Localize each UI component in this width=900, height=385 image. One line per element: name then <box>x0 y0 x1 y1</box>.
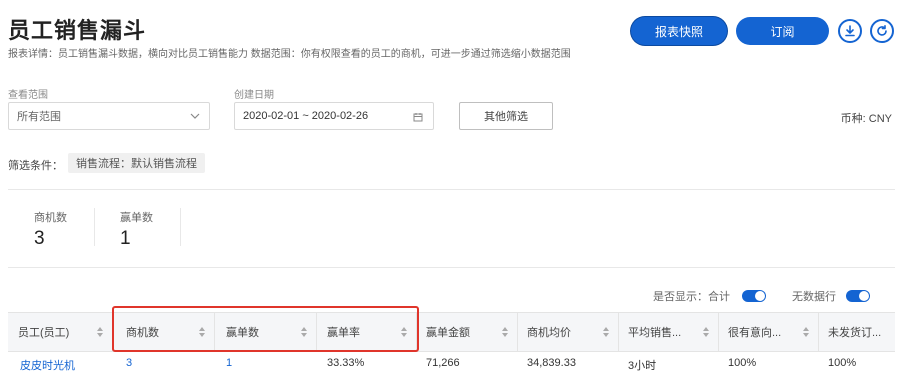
column-header-won-amount[interactable]: 赢单金额 <box>416 312 517 352</box>
date-range-picker[interactable]: 2020-02-01 ~ 2020-02-26 <box>234 102 434 130</box>
column-label: 赢单率 <box>327 327 360 339</box>
currency-label: 币种: CNY <box>840 113 892 125</box>
subscribe-button[interactable]: 订阅 <box>736 17 829 45</box>
show-total-toggle[interactable] <box>742 290 766 302</box>
stat-divider <box>180 208 181 246</box>
sort-icon <box>703 327 709 337</box>
table-cell: 100% <box>728 357 757 369</box>
column-label: 赢单金额 <box>426 327 470 339</box>
stat-won-value: 1 <box>120 228 131 249</box>
column-label: 商机均价 <box>527 327 571 339</box>
refresh-icon <box>877 25 887 36</box>
sort-icon <box>97 327 103 337</box>
column-header-unshipped[interactable]: 未发货订... <box>818 312 895 352</box>
column-header-won[interactable]: 赢单数 <box>216 312 316 352</box>
report-description: 报表详情：员工销售漏斗数据，横向对比员工销售能力 数据范围：你有权限查看的员工的… <box>8 49 571 60</box>
column-label: 员工(员工) <box>18 327 70 339</box>
column-label: 平均销售... <box>628 327 682 339</box>
other-filters-button[interactable]: 其他筛选 <box>459 102 553 130</box>
no-data-rows-toggle[interactable] <box>846 290 870 302</box>
sort-icon <box>401 327 407 337</box>
stat-divider <box>94 208 95 246</box>
table-cell: 34,839.33 <box>527 357 576 369</box>
table-cell: 71,266 <box>426 357 460 369</box>
sort-icon <box>199 327 205 337</box>
table-cell-employee-link[interactable]: 皮皮时光机 <box>10 357 75 373</box>
scope-select[interactable]: 所有范围 <box>8 102 210 130</box>
calendar-icon <box>413 113 423 122</box>
report-snapshot-button[interactable]: 报表快照 <box>631 17 727 45</box>
table-cell: 100% <box>828 357 857 369</box>
column-label: 赢单数 <box>226 327 259 339</box>
download-icon <box>845 25 855 37</box>
column-header-opportunities[interactable]: 商机数 <box>116 312 214 352</box>
column-header-employee[interactable]: 员工(员工) <box>8 312 112 352</box>
date-range-value: 2020-02-01 ~ 2020-02-26 <box>243 110 369 122</box>
sort-icon <box>502 327 508 337</box>
column-header-win-rate[interactable]: 赢单率 <box>317 312 416 352</box>
column-label: 未发货订... <box>828 327 882 339</box>
table-cell-opportunities-link[interactable]: 3 <box>116 357 132 373</box>
refresh-button[interactable] <box>870 19 894 43</box>
no-data-rows-label: 无数据行 <box>792 291 836 303</box>
sort-icon <box>603 327 609 337</box>
table-cell: 3小时 <box>628 360 657 372</box>
divider <box>8 267 895 268</box>
stat-opportunities-label: 商机数 <box>34 212 67 224</box>
date-label: 创建日期 <box>234 90 274 101</box>
download-button[interactable] <box>838 19 862 43</box>
scope-select-value: 所有范围 <box>17 111 61 123</box>
column-header-avg-sales-cycle[interactable]: 平均销售... <box>618 312 718 352</box>
page-title: 员工销售漏斗 <box>8 18 147 43</box>
filter-condition-label: 筛选条件： <box>8 160 63 172</box>
sort-icon <box>301 327 307 337</box>
column-header-avg-price[interactable]: 商机均价 <box>517 312 618 352</box>
table-cell-won-link[interactable]: 1 <box>216 357 232 373</box>
divider <box>8 189 895 190</box>
column-label: 商机数 <box>126 327 159 339</box>
sort-icon <box>803 327 809 337</box>
scope-label: 查看范围 <box>8 90 48 101</box>
column-header-high-intent[interactable]: 很有意向... <box>718 312 818 352</box>
show-total-label: 是否显示：合计 <box>653 291 730 303</box>
table-cell: 33.33% <box>327 357 365 369</box>
column-label: 很有意向... <box>728 327 782 339</box>
stat-won-label: 赢单数 <box>120 212 153 224</box>
stat-opportunities-value: 3 <box>34 228 45 249</box>
chevron-down-icon <box>190 113 200 119</box>
filter-condition-tag[interactable]: 销售流程：默认销售流程 <box>68 153 205 173</box>
